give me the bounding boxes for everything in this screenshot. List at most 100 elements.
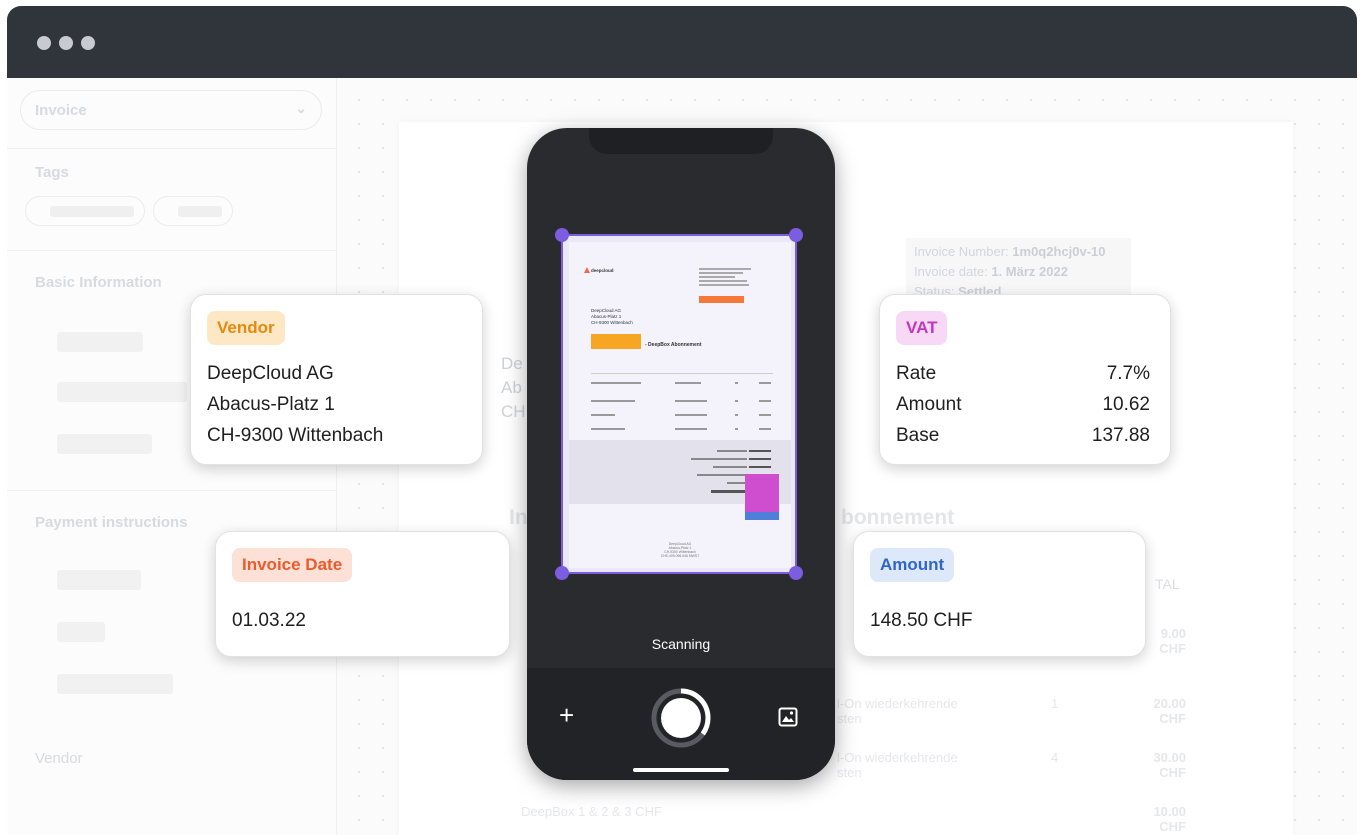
doc-total-line [697,474,747,476]
doc-title: - DeepBox Abonnement [645,342,701,348]
doc-table-row [591,428,773,438]
phone-notch [589,128,773,154]
scan-crop-area[interactable]: deepcloud DeepCloud AG Abacus-Platz 1 CH… [555,228,803,580]
doc-total-line [727,482,747,484]
doc-total-value [749,458,771,460]
window-titlebar [7,6,1357,78]
window-minimize-dot[interactable] [59,36,73,50]
vendor-address-bg: De Ab CH [501,352,526,424]
vat-rate-value: 7.7% [1106,363,1150,384]
divider [7,250,337,251]
document-type-select[interactable]: Invoice ⌄ [20,90,322,130]
tag-chip[interactable] [153,196,233,226]
tags-heading: Tags [35,164,69,181]
plus-icon[interactable]: + [559,702,574,728]
doc-total-line [717,450,747,452]
doc-footer-line: CHE-409.096.546 MWST [660,554,700,558]
placeholder-field [57,622,105,642]
invoice-meta: Invoice Number: 1m0q2hcj0v-10 Invoice da… [906,238,1131,299]
doc-table-row [591,382,773,392]
window-close-dot[interactable] [37,36,51,50]
column-total: TAL [1155,576,1180,592]
vat-amount-value: 10.62 [1102,394,1150,415]
doc-total-line [711,490,747,493]
row-qty: 4 [1051,750,1059,765]
address-line: Ab [501,378,522,397]
row-desc: l-On wiederkehrende sten [837,750,958,780]
invoice-date-value: 1. März 2022 [991,264,1068,279]
row-qty: 1 [1051,696,1059,711]
vat-base-row: Base 137.88 [896,425,1150,447]
vendor-heading: Vendor [35,750,83,767]
vendor-line: Abacus-Platz 1 [207,394,335,415]
invoice-date-card: Invoice Date 01.03.22 [215,531,510,657]
doc-amount-highlight [745,512,779,520]
doc-table-row [591,400,773,410]
deepcloud-logo: deepcloud [584,267,614,273]
row-price: 20.00 CHF [1153,696,1186,726]
row-desc: DeepBox 1 & 2 & 3 CHF [521,804,662,819]
document-type-value: Invoice [35,102,87,119]
crop-handle-top-left[interactable] [555,228,569,242]
row-desc: l-On wiederkehrende sten [837,696,958,726]
tag-chip[interactable] [25,196,145,226]
invoice-title-left: In [509,506,528,529]
vat-base-value: 137.88 [1091,425,1150,446]
address-line: De [501,354,523,373]
scanned-document: deepcloud DeepCloud AG Abacus-Platz 1 CH… [569,242,791,568]
doc-title-text: - DeepBox Abonnement [645,342,702,348]
crop-handle-top-right[interactable] [789,228,803,242]
address-line: CH [501,402,526,421]
basic-info-heading: Basic Information [35,274,162,291]
vat-base-label: Base [896,425,940,446]
vat-amount-label: Amount [896,394,962,415]
doc-total-value [749,450,771,452]
doc-total-value [749,466,771,468]
vat-badge: VAT [896,311,948,345]
vendor-badge: Vendor [207,311,285,345]
invoice-date-badge: Invoice Date [232,548,353,582]
doc-footer: DeepCloud AG Abacus-Platz 1 CH-9300 Witt… [569,542,791,558]
vat-rate-label: Rate [896,363,937,384]
invoice-number-label: Invoice Number: [914,244,1009,259]
scan-status: Scanning [651,636,711,652]
shutter-icon[interactable] [651,688,711,748]
invoice-date-label: Invoice date: [914,264,988,279]
doc-meta-lines [699,268,759,286]
doc-table-row [591,414,773,424]
home-indicator [633,768,729,772]
amount-card: Amount 148.50 CHF [853,531,1146,657]
invoice-title-right: bonnement [841,506,955,529]
image-icon[interactable] [778,707,798,727]
phone-scanner: deepcloud DeepCloud AG Abacus-Platz 1 CH… [527,128,835,780]
payment-heading: Payment instructions [35,514,188,531]
crop-handle-bottom-left[interactable] [555,566,569,580]
divider [7,490,337,491]
invoice-number-value: 1m0q2hcj0v-10 [1012,244,1106,259]
crop-handle-bottom-right[interactable] [789,566,803,580]
vat-amount-row: Amount 10.62 [896,394,1150,416]
row-price: 9.00 CHF [1159,626,1186,656]
doc-total-line [713,466,747,468]
placeholder-field [57,674,173,694]
doc-invoice-number-highlight [699,296,744,303]
doc-address: DeepCloud AG Abacus-Platz 1 CH-9300 Witt… [591,308,633,326]
window-maximize-dot[interactable] [81,36,95,50]
vendor-line: CH-9300 Wittenbach [207,425,384,446]
invoice-date-value: 01.03.22 [232,610,306,631]
divider [7,148,337,149]
amount-value: 148.50 CHF [870,610,973,631]
row-price: 30.00 CHF [1153,750,1186,780]
vendor-line: DeepCloud AG [207,363,334,384]
doc-table-header [591,366,773,374]
doc-vat-highlight [745,474,779,512]
vat-rate-row: Rate 7.7% [896,363,1150,385]
amount-badge: Amount [870,548,955,582]
vendor-card: Vendor DeepCloud AG Abacus-Platz 1 CH-93… [190,294,483,465]
placeholder-field [57,434,152,454]
row-price: 10.00 CHF [1153,804,1186,834]
placeholder-field [57,332,143,352]
doc-address-line: CH-9300 Wittenbach [591,320,633,325]
vat-card: VAT Rate 7.7% Amount 10.62 Base 137.88 [879,294,1171,465]
doc-title-highlight [591,334,641,349]
